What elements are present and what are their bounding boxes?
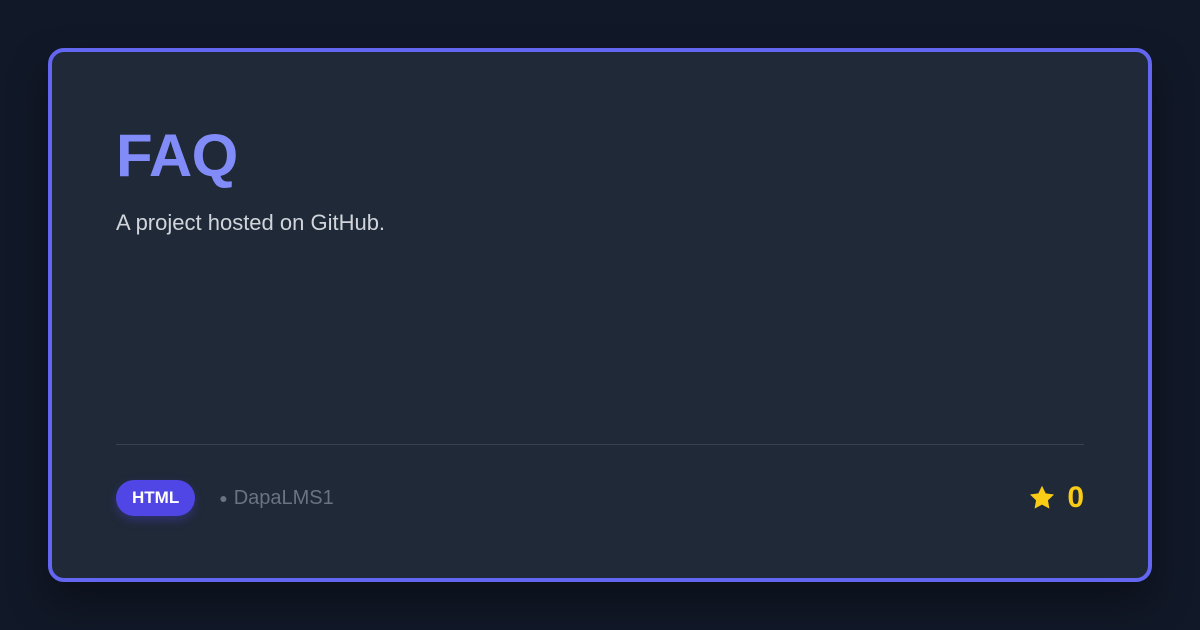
star-count-value: 0 [1067, 481, 1084, 514]
star-icon [1030, 485, 1055, 509]
owner-info: ● DapaLMS1 [219, 487, 334, 510]
language-badge: HTML [116, 480, 196, 516]
owner-dot-icon: ● [219, 490, 228, 506]
card-footer: HTML ● DapaLMS1 0 [116, 478, 1084, 518]
repository-title: FAQ [116, 122, 238, 189]
footer-divider [116, 444, 1084, 445]
repository-description: A project hosted on GitHub. [116, 210, 386, 235]
owner-name: DapaLMS1 [233, 486, 334, 509]
page: FAQ A project hosted on GitHub. HTML ● D… [0, 0, 1200, 630]
repository-card[interactable]: FAQ A project hosted on GitHub. HTML ● D… [48, 48, 1152, 582]
star-count: 0 [1027, 481, 1084, 515]
